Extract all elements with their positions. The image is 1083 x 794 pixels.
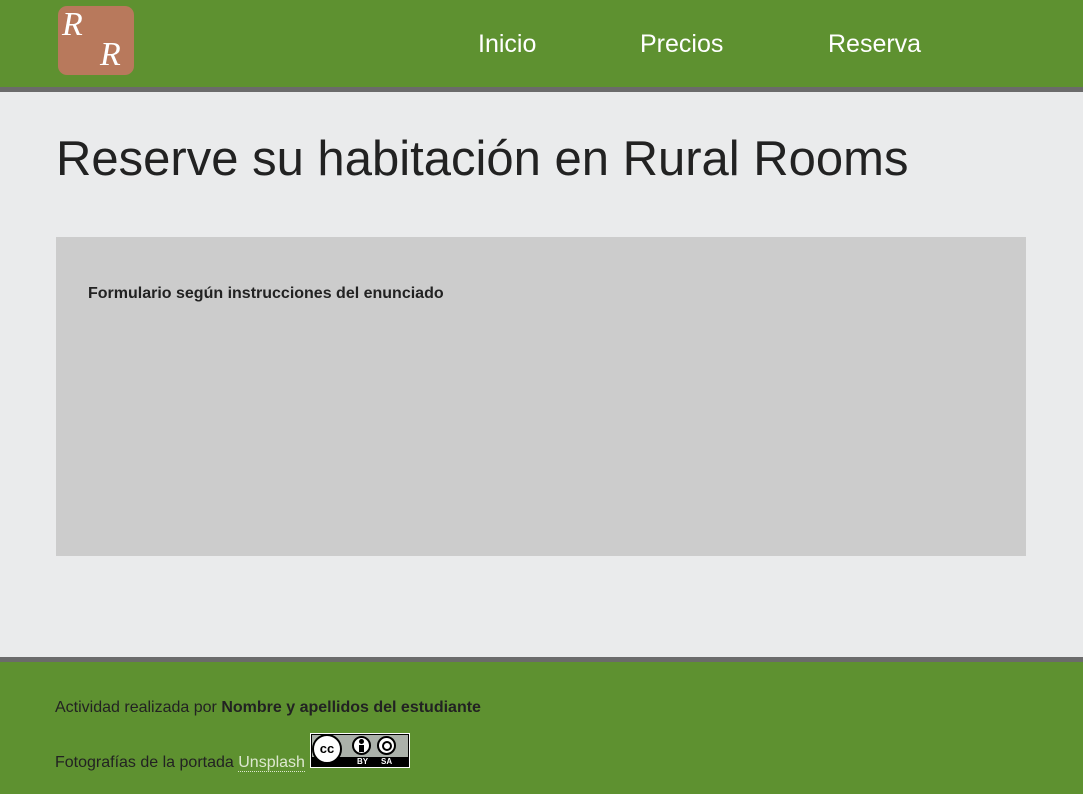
site-header: R R Inicio Precios Reserva — [0, 0, 1083, 92]
logo-letter: R — [100, 36, 121, 73]
logo[interactable]: R R — [58, 6, 134, 75]
form-note: Formulario según instrucciones del enunc… — [88, 285, 444, 302]
cc-by-sa-icon[interactable]: cc BY SA — [310, 733, 410, 768]
form-placeholder-box: Formulario según instrucciones del enunc… — [56, 237, 1026, 556]
footer-photos-credit: Fotografías de la portada Unsplash — [55, 753, 305, 773]
nav-link-reserva[interactable]: Reserva — [828, 28, 921, 60]
badge-label-sa: SA — [381, 757, 393, 766]
by-person-icon — [352, 736, 371, 755]
nav-link-precios[interactable]: Precios — [640, 28, 723, 60]
logo-letter: R — [62, 6, 83, 43]
nav-link-inicio[interactable]: Inicio — [478, 28, 536, 60]
footer-credit: Actividad realizada por Nombre y apellid… — [55, 698, 481, 718]
badge-label-by: BY — [357, 757, 369, 766]
photos-prefix: Fotografías de la portada — [55, 754, 234, 771]
site-footer: Actividad realizada por Nombre y apellid… — [0, 657, 1083, 794]
page-title: Reserve su habitación en Rural Rooms — [56, 132, 909, 186]
student-name: Nombre y apellidos del estudiante — [221, 699, 481, 716]
share-alike-icon — [377, 736, 396, 755]
unsplash-link[interactable]: Unsplash — [238, 754, 305, 772]
credit-prefix: Actividad realizada por — [55, 699, 217, 716]
cc-icon: cc — [312, 734, 342, 764]
